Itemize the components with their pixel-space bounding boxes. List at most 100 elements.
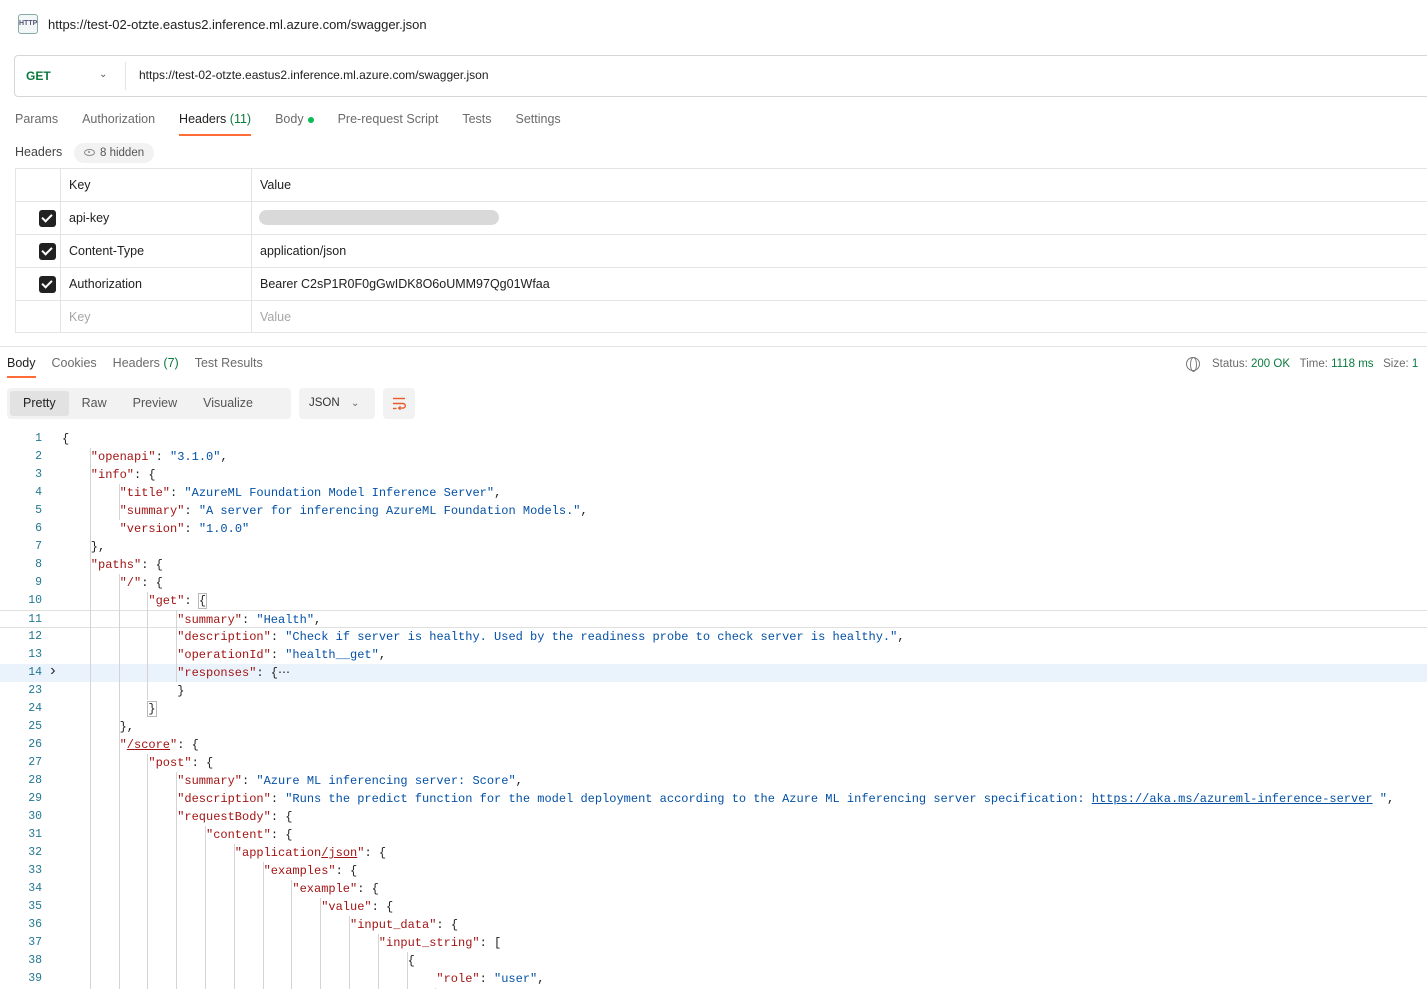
eye-icon — [84, 149, 95, 156]
code-text: "example": { — [292, 882, 379, 896]
indent-guide — [89, 448, 91, 989]
view-preview-button[interactable]: Preview — [120, 391, 190, 416]
code-text: }, — [119, 720, 134, 734]
json-key: "title" — [119, 486, 171, 500]
time-value[interactable]: 1118 ms — [1331, 358, 1373, 370]
time-label: Time: — [1299, 358, 1328, 371]
line-number: 33 — [28, 864, 42, 877]
code-line: 31 "content": { — [0, 826, 1427, 844]
globe-icon[interactable] — [1186, 357, 1200, 372]
column-value: Value — [260, 178, 292, 192]
header-enabled-checkbox[interactable] — [39, 276, 56, 293]
indent-guide — [291, 880, 293, 989]
status-value[interactable]: 200 OK — [1251, 358, 1290, 370]
header-key[interactable]: Content-Type — [69, 244, 144, 258]
line-number: 34 — [28, 882, 42, 895]
json-key: "paths" — [90, 558, 142, 572]
json-string: "Check if server is healthy. Used by the… — [285, 630, 898, 644]
check-column — [15, 268, 61, 300]
header-key[interactable]: Authorization — [69, 277, 142, 291]
fold-expand-icon[interactable]: › — [48, 662, 58, 680]
size-label: Size: — [1383, 358, 1409, 371]
header-value[interactable]: application/json — [260, 244, 346, 258]
json-string: "Health" — [256, 613, 315, 627]
code-text: "summary": "Health", — [177, 613, 322, 627]
tab-settings[interactable]: Settings — [516, 112, 561, 136]
hidden-headers-toggle[interactable]: 8 hidden — [74, 143, 155, 163]
code-text: }, — [90, 540, 106, 554]
code-text: "/": { — [119, 576, 163, 590]
indent-guide — [147, 754, 149, 989]
key-link[interactable]: /score — [127, 738, 170, 752]
request-tabs: Params Authorization Headers (11) Body P… — [15, 112, 585, 138]
inline-url-link[interactable]: https://aka.ms/azureml-inference-server — [1092, 792, 1373, 806]
url-input[interactable]: https://test-02-otzte.eastus2.inference.… — [139, 68, 489, 82]
new-key-input[interactable]: Key — [69, 310, 91, 324]
code-text: "description": "Check if server is healt… — [177, 630, 905, 644]
json-key: "version" — [119, 522, 185, 536]
request-title[interactable]: https://test-02-otzte.eastus2.inference.… — [48, 17, 427, 32]
code-text: "input_data": { — [350, 918, 459, 932]
tab-params[interactable]: Params — [15, 112, 58, 136]
code-line: 6 "version": "1.0.0" — [0, 520, 1427, 538]
json-key: "operationId" — [177, 648, 271, 662]
code-line: 37 "input_string": [ — [0, 934, 1427, 952]
line-number: 36 — [28, 918, 42, 931]
line-number: 5 — [35, 504, 42, 517]
column-key: Key — [69, 178, 91, 192]
header-enabled-checkbox[interactable] — [39, 210, 56, 227]
indent-guide — [118, 484, 120, 520]
tab-response-body[interactable]: Body — [7, 356, 36, 378]
new-value-input[interactable]: Value — [260, 310, 291, 324]
line-number: 31 — [28, 828, 42, 841]
code-text: { — [62, 432, 70, 446]
view-pretty-button[interactable]: Pretty — [10, 391, 69, 416]
method-select[interactable]: GET — [26, 69, 51, 83]
tab-cookies[interactable]: Cookies — [52, 356, 97, 378]
view-visualize-button[interactable]: Visualize — [190, 391, 266, 416]
wrap-lines-button[interactable] — [383, 388, 415, 419]
code-line: 39 "role": "user", — [0, 970, 1427, 988]
matched-bracket: } — [147, 701, 157, 717]
code-line: 23} — [0, 682, 1427, 700]
line-number: 26 — [28, 738, 42, 751]
view-raw-button[interactable]: Raw — [69, 391, 120, 416]
line-number: 8 — [35, 558, 42, 571]
check-column — [15, 202, 61, 234]
header-enabled-checkbox[interactable] — [39, 243, 56, 260]
code-text: } — [147, 700, 157, 718]
line-number: 7 — [35, 540, 42, 553]
code-text: "summary": "Azure ML inferencing server:… — [177, 774, 523, 788]
tab-pre-request-script[interactable]: Pre-request Script — [338, 112, 439, 136]
column-divider — [251, 301, 252, 332]
column-divider — [251, 235, 252, 267]
redacted-value[interactable] — [259, 210, 499, 225]
json-string: "user" — [494, 972, 538, 986]
tab-response-headers[interactable]: Headers (7) — [113, 356, 179, 378]
code-text: "get": { — [148, 593, 208, 609]
tab-tests[interactable]: Tests — [462, 112, 491, 136]
chevron-down-icon[interactable]: ⌄ — [99, 69, 107, 80]
tab-body[interactable]: Body — [275, 112, 314, 136]
line-number: 35 — [28, 900, 42, 913]
json-key: "input_data" — [350, 918, 437, 932]
tab-headers[interactable]: Headers (11) — [179, 112, 252, 136]
code-line: 24} — [0, 700, 1427, 718]
indent-guide — [205, 826, 206, 989]
headers-table: Key Value api-key Content-Type applicati… — [15, 168, 1427, 333]
tab-authorization[interactable]: Authorization — [82, 112, 155, 136]
line-number: 13 — [28, 648, 42, 661]
json-key: "/" — [119, 576, 142, 590]
key-link[interactable]: /json — [321, 846, 357, 860]
header-value[interactable]: Bearer C2sP1R0F0gGwIDK8O6oUMM97Qg01Wfaa — [260, 277, 550, 291]
size-value[interactable]: 1 — [1412, 358, 1418, 370]
indent-guide — [176, 772, 178, 989]
headers-count: (11) — [229, 112, 252, 126]
header-key[interactable]: api-key — [69, 211, 109, 225]
pane-divider[interactable] — [0, 346, 1427, 347]
format-select[interactable]: JSON ⌄ — [299, 388, 375, 419]
tab-test-results[interactable]: Test Results — [195, 356, 263, 378]
json-key: "value" — [321, 900, 372, 914]
code-line: 26 "/score": { — [0, 736, 1427, 754]
line-number: 6 — [35, 522, 42, 535]
